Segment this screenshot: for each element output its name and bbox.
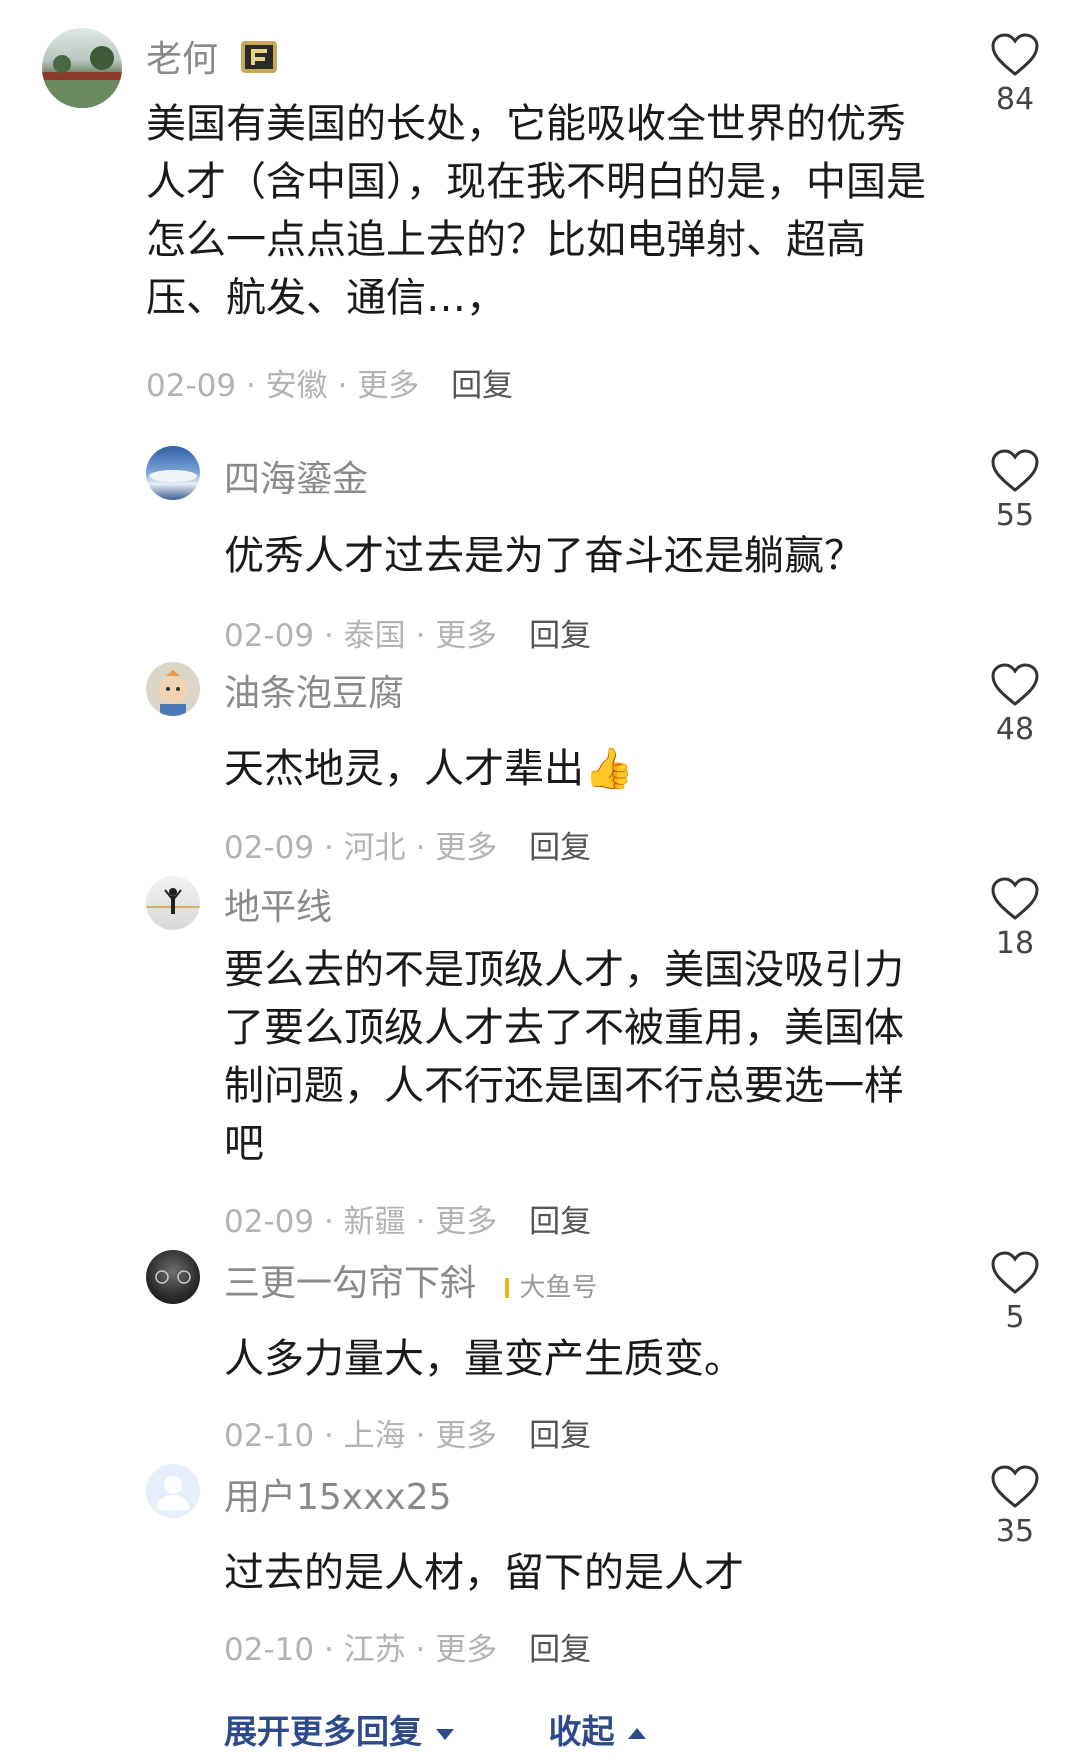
like-count: 35 — [995, 1514, 1035, 1549]
comment-location: 江苏 — [343, 1632, 406, 1668]
avatar[interactable] — [146, 1250, 200, 1304]
comment-meta: 02-09 · 泰国 · 更多 回复 — [224, 618, 592, 654]
comment-location: 泰国 — [343, 618, 406, 654]
comment-meta: 02-09 · 新疆 · 更多 回复 — [224, 1204, 592, 1240]
avatar[interactable] — [146, 662, 200, 716]
comment-author-name[interactable]: 四海鎏金 — [224, 450, 368, 502]
like-count: 55 — [995, 498, 1035, 533]
more-link[interactable]: 更多 — [435, 1632, 497, 1668]
avatar[interactable] — [146, 876, 200, 930]
heart-icon — [991, 1251, 1039, 1294]
like-button[interactable]: 84 — [985, 32, 1045, 117]
comment-text: 天杰地灵，人才辈出👍 — [224, 746, 634, 792]
comment-author-name[interactable]: 老何 — [146, 30, 279, 84]
comment-meta: 02-09 · 安徽 · 更多 回复 — [146, 368, 514, 404]
like-count: 5 — [1005, 1300, 1025, 1335]
avatar-default-user-icon — [157, 1476, 189, 1510]
comment-author-name[interactable]: 油条泡豆腐 — [224, 664, 404, 716]
like-button[interactable]: 5 — [985, 1250, 1045, 1335]
reply-button[interactable]: 回复 — [529, 618, 591, 654]
comment-meta: 02-10 · 上海 · 更多 回复 — [224, 1418, 592, 1454]
reply-button[interactable]: 回复 — [529, 830, 591, 866]
more-link[interactable]: 更多 — [357, 368, 419, 404]
creator-badge: 大鱼号 — [505, 1273, 597, 1303]
comment-date: 02-09 — [224, 1204, 315, 1240]
like-count: 48 — [995, 712, 1035, 747]
more-link[interactable]: 更多 — [435, 830, 497, 866]
comment-text: 过去的是人材，留下的是人才 — [224, 1550, 744, 1596]
comment-date: 02-09 — [146, 368, 237, 404]
more-link[interactable]: 更多 — [435, 1418, 497, 1454]
triangle-down-icon — [435, 1728, 454, 1740]
reply-button[interactable]: 回复 — [529, 1632, 591, 1668]
avatar-landscape-icon — [42, 46, 122, 108]
like-button[interactable]: 48 — [985, 662, 1045, 747]
replies-footer: 展开更多回复 收起 — [224, 1705, 648, 1753]
avatar-sky-icon — [149, 470, 197, 482]
like-button[interactable]: 35 — [985, 1464, 1045, 1549]
collapse-replies-button[interactable]: 收起 — [549, 1712, 649, 1751]
comment-date: 02-10 — [224, 1418, 315, 1454]
more-link[interactable]: 更多 — [435, 1204, 497, 1240]
comment-location: 安徽 — [265, 368, 328, 404]
comment-meta: 02-09 · 河北 · 更多 回复 — [224, 830, 592, 866]
comment-author-name[interactable]: 用户15xxx25 — [224, 1468, 452, 1520]
avatar[interactable] — [146, 446, 200, 500]
level-badge-icon — [239, 39, 279, 84]
heart-icon — [991, 1465, 1039, 1508]
avatar[interactable] — [42, 28, 122, 108]
comment-location: 上海 — [343, 1418, 406, 1454]
comment-text: 人多力量大，量变产生质变。 — [224, 1336, 744, 1382]
avatar-cartoon-icon — [159, 670, 187, 716]
comment-author-name[interactable]: 三更一勾帘下斜 大鱼号 — [224, 1254, 597, 1306]
heart-icon — [991, 449, 1039, 492]
avatar-dashboard-icon — [155, 1270, 191, 1284]
reply-button[interactable]: 回复 — [451, 368, 513, 404]
like-count: 18 — [995, 926, 1035, 961]
heart-icon — [991, 877, 1039, 920]
comment-text: 优秀人才过去是为了奋斗还是躺赢？ — [224, 533, 864, 579]
like-button[interactable]: 55 — [985, 448, 1045, 533]
comment-location: 新疆 — [343, 1204, 406, 1240]
avatar-figure-icon — [146, 888, 200, 914]
heart-icon — [991, 663, 1039, 706]
like-count: 84 — [995, 82, 1035, 117]
comment-author-name[interactable]: 地平线 — [224, 878, 332, 930]
comment-text: 要么去的不是顶级人才，美国没吸引力了要么顶级人才去了不被重用，美国体制问题，人不… — [224, 947, 904, 1167]
heart-icon — [991, 33, 1039, 76]
expand-replies-button[interactable]: 展开更多回复 — [224, 1712, 467, 1751]
more-link[interactable]: 更多 — [435, 618, 497, 654]
comment-date: 02-09 — [224, 830, 315, 866]
avatar[interactable] — [146, 1464, 200, 1518]
comment-location: 河北 — [343, 830, 406, 866]
badge-bar-icon — [505, 1278, 510, 1298]
reply-button[interactable]: 回复 — [529, 1418, 591, 1454]
comment-date: 02-09 — [224, 618, 315, 654]
comment-date: 02-10 — [224, 1632, 315, 1668]
reply-button[interactable]: 回复 — [529, 1204, 591, 1240]
like-button[interactable]: 18 — [985, 876, 1045, 961]
comment-meta: 02-10 · 江苏 · 更多 回复 — [224, 1632, 592, 1668]
comment-text: 美国有美国的长处，它能吸收全世界的优秀人才（含中国），现在我不明白的是，中国是怎… — [146, 101, 926, 321]
triangle-up-icon — [628, 1727, 646, 1739]
